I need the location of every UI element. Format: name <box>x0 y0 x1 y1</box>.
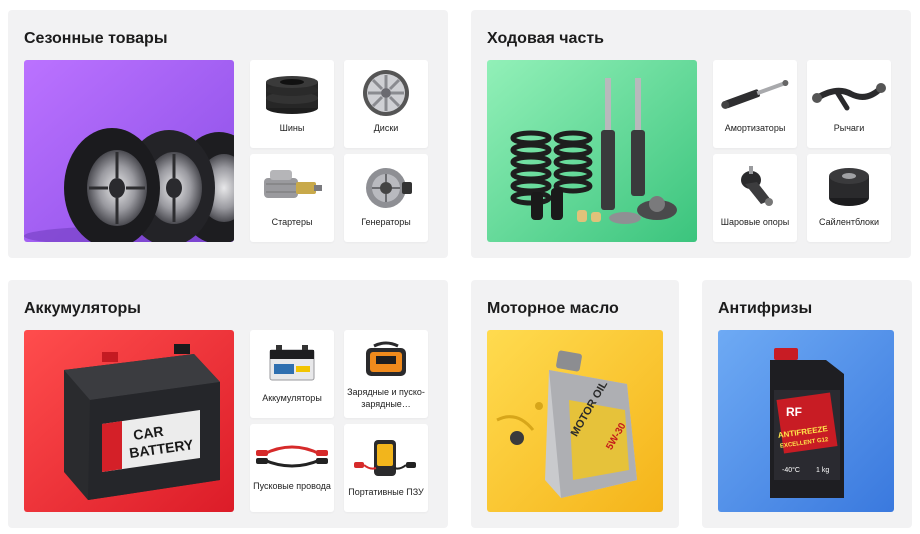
tile-label: Сайлентблоки <box>818 217 880 227</box>
antifreeze-temp-text: -40°C <box>782 466 800 474</box>
antifreeze-bottle-hero-picture: RF ANTIFREEZE EXCELLENT G12 -40°C 1 kg <box>718 330 894 512</box>
engine-oil-hero-image[interactable]: MOTOR OIL 5W-30 <box>487 330 663 512</box>
tile-label: Аккумуляторы <box>262 393 322 403</box>
category-tile-portable-starters[interactable]: Портативные ПЗУ <box>344 424 428 512</box>
chassis-hero-image[interactable] <box>487 60 697 242</box>
panel-engine-oil: Моторное масло MOTOR OIL 5W-30 <box>471 280 679 528</box>
alternator-icon <box>366 168 412 208</box>
category-tile-ball-joints[interactable]: Шаровые опоры <box>713 154 797 242</box>
jump-starter-icon <box>354 440 416 476</box>
tile-label: Амортизаторы <box>724 123 786 133</box>
control-arm-icon <box>812 83 886 111</box>
tile-label: Стартеры <box>271 217 313 227</box>
shock-absorber-icon <box>721 79 789 109</box>
panel-chassis: Ходовая часть Амортизаторы Рычаги Шаровы… <box>471 10 911 258</box>
tile-label: Портативные ПЗУ <box>348 487 424 497</box>
tires-hero-picture <box>24 60 234 242</box>
panel-title[interactable]: Ходовая часть <box>487 30 604 48</box>
rim-icon <box>363 70 409 116</box>
seasonal-hero-image[interactable] <box>24 60 234 242</box>
tile-label: Генераторы <box>361 217 411 227</box>
suspension-hero-picture <box>487 60 697 242</box>
tile-label: Шины <box>279 123 305 133</box>
tile-label: Пусковые провода <box>253 481 331 491</box>
tile-label: Рычаги <box>833 123 865 133</box>
category-tile-alternators[interactable]: Генераторы <box>344 154 428 242</box>
category-tile-chargers[interactable]: Зарядные и пуско-зарядные… <box>344 330 428 418</box>
panel-batteries: Аккумуляторы CAR BATTERY Аккумуляторы За… <box>8 280 448 528</box>
panel-title[interactable]: Моторное масло <box>487 300 619 318</box>
battery-hero-picture: CAR BATTERY <box>24 330 234 512</box>
category-tile-shock-absorbers[interactable]: Амортизаторы <box>713 60 797 148</box>
antifreeze-brand-text: RF <box>786 405 802 419</box>
starter-icon <box>264 170 322 198</box>
charger-icon <box>366 341 406 376</box>
battery-icon <box>269 345 315 381</box>
tile-label: Зарядные и пуско-зарядные… <box>347 387 425 409</box>
antifreeze-hero-image[interactable]: RF ANTIFREEZE EXCELLENT G12 -40°C 1 kg <box>718 330 894 512</box>
panel-title[interactable]: Сезонные товары <box>24 30 167 48</box>
antifreeze-volume-text: 1 kg <box>816 467 829 474</box>
batteries-hero-image[interactable]: CAR BATTERY <box>24 330 234 512</box>
oil-canister-hero-picture: MOTOR OIL 5W-30 <box>487 330 663 512</box>
panel-title[interactable]: Аккумуляторы <box>24 300 141 318</box>
category-tile-jumper-cables[interactable]: Пусковые провода <box>250 424 334 512</box>
category-tile-silent-blocks[interactable]: Сайлентблоки <box>807 154 891 242</box>
tires-icon <box>266 76 318 114</box>
jumper-cables-icon <box>256 445 328 468</box>
silent-block-icon <box>829 168 869 206</box>
category-tile-starters[interactable]: Стартеры <box>250 154 334 242</box>
category-tile-rims[interactable]: Диски <box>344 60 428 148</box>
panel-antifreeze: Антифризы RF ANTIFREEZE EXCELLENT G12 -4… <box>702 280 912 528</box>
tile-label: Диски <box>373 123 399 133</box>
category-tile-batteries[interactable]: Аккумуляторы <box>250 330 334 418</box>
category-tile-control-arms[interactable]: Рычаги <box>807 60 891 148</box>
ball-joint-icon <box>741 166 773 206</box>
tile-label: Шаровые опоры <box>720 217 790 227</box>
panel-title[interactable]: Антифризы <box>718 300 812 318</box>
panel-seasonal-goods: Сезонные товары Шины Диски Стартеры Гене… <box>8 10 448 258</box>
category-tile-tires[interactable]: Шины <box>250 60 334 148</box>
